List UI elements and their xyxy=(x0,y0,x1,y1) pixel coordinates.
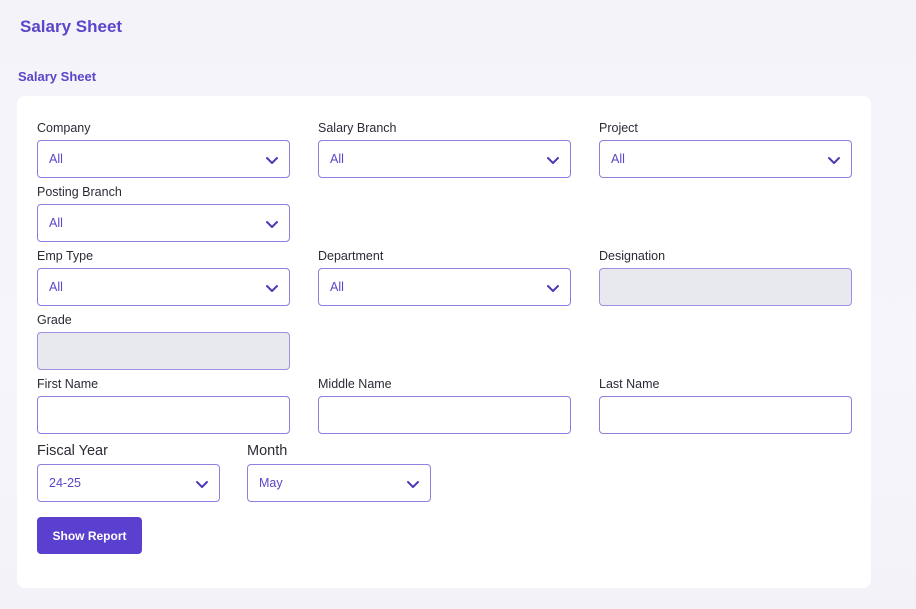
first-name-input[interactable] xyxy=(37,396,290,434)
department-value: All xyxy=(330,280,344,294)
grade-label: Grade xyxy=(37,313,72,327)
chevron-down-icon xyxy=(266,221,278,228)
emp-type-value: All xyxy=(49,280,63,294)
company-value: All xyxy=(49,152,63,166)
salary-branch-label: Salary Branch xyxy=(318,121,397,135)
page-title: Salary Sheet xyxy=(20,17,123,36)
filter-card: Company All Salary Branch All Project Al… xyxy=(17,96,871,588)
last-name-input[interactable] xyxy=(599,396,852,434)
designation-select[interactable] xyxy=(599,268,852,306)
fiscal-year-select[interactable]: 24-25 xyxy=(37,464,220,502)
chevron-down-icon xyxy=(266,157,278,164)
chevron-down-icon xyxy=(547,157,559,164)
fiscal-year-value: 24-25 xyxy=(49,476,81,490)
posting-branch-value: All xyxy=(49,216,63,230)
project-value: All xyxy=(611,152,625,166)
chevron-down-icon xyxy=(828,157,840,164)
grade-select[interactable] xyxy=(37,332,290,370)
company-select[interactable]: All xyxy=(37,140,290,178)
salary-branch-value: All xyxy=(330,152,344,166)
emp-type-select[interactable]: All xyxy=(37,268,290,306)
department-label: Department xyxy=(318,249,384,263)
section-title: Salary Sheet xyxy=(18,69,97,84)
last-name-label: Last Name xyxy=(599,377,660,391)
first-name-label: First Name xyxy=(37,377,99,391)
show-report-button[interactable]: Show Report xyxy=(37,517,142,554)
chevron-down-icon xyxy=(266,285,278,292)
chevron-down-icon xyxy=(407,481,419,488)
department-select[interactable]: All xyxy=(318,268,571,306)
emp-type-label: Emp Type xyxy=(37,249,94,263)
company-label: Company xyxy=(37,121,91,135)
month-select[interactable]: May xyxy=(247,464,431,502)
project-label: Project xyxy=(599,121,638,135)
salary-branch-select[interactable]: All xyxy=(318,140,571,178)
project-select[interactable]: All xyxy=(599,140,852,178)
designation-label: Designation xyxy=(599,249,666,263)
middle-name-label: Middle Name xyxy=(318,377,392,391)
posting-branch-label: Posting Branch xyxy=(37,185,122,199)
chevron-down-icon xyxy=(196,481,208,488)
month-value: May xyxy=(259,476,283,490)
fiscal-year-label: Fiscal Year xyxy=(37,443,108,459)
middle-name-input[interactable] xyxy=(318,396,571,434)
posting-branch-select[interactable]: All xyxy=(37,204,290,242)
chevron-down-icon xyxy=(547,285,559,292)
month-label: Month xyxy=(247,443,288,459)
